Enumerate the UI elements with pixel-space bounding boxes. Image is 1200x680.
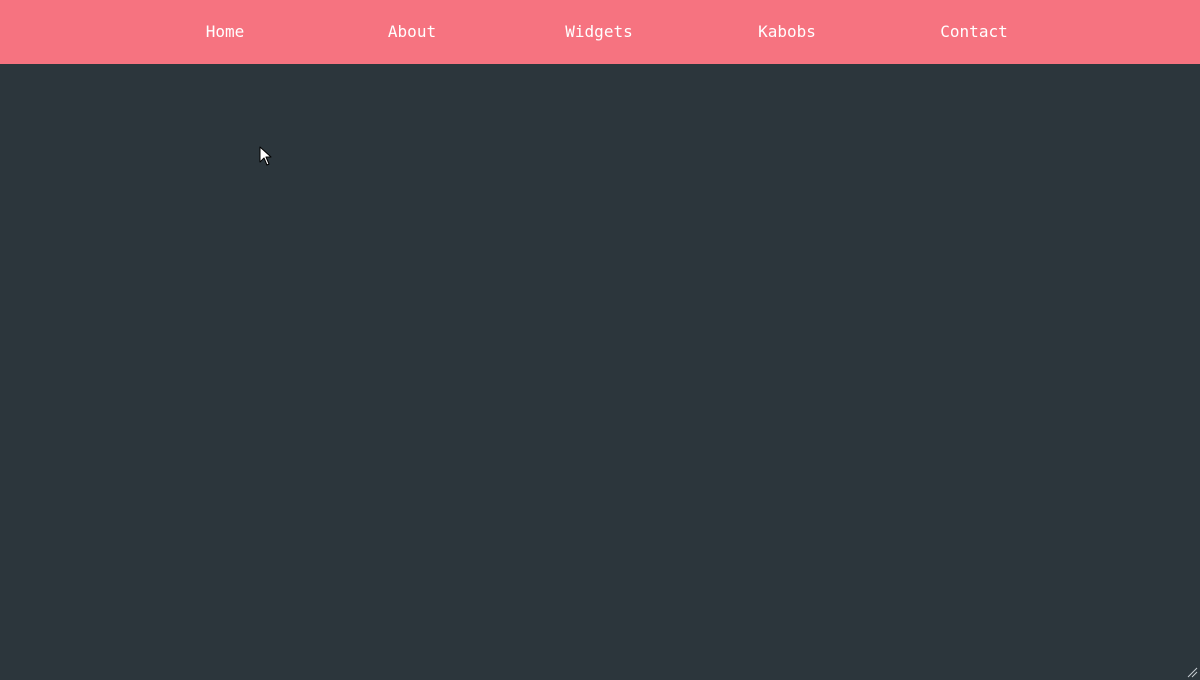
- nav-link-kabobs[interactable]: Kabobs: [758, 0, 816, 64]
- mouse-pointer-icon: [259, 146, 272, 166]
- nav-list: Home About Widgets Kabobs Contact: [0, 0, 1200, 64]
- nav-link-about[interactable]: About: [388, 0, 436, 64]
- nav-link-contact[interactable]: Contact: [940, 0, 1007, 64]
- main-content: [0, 64, 1200, 680]
- resize-grip-icon[interactable]: [1186, 666, 1198, 678]
- nav-link-widgets[interactable]: Widgets: [565, 0, 632, 64]
- nav-link-home[interactable]: Home: [206, 0, 245, 64]
- page: Home About Widgets Kabobs Contact: [0, 0, 1200, 680]
- top-navbar: Home About Widgets Kabobs Contact: [0, 0, 1200, 64]
